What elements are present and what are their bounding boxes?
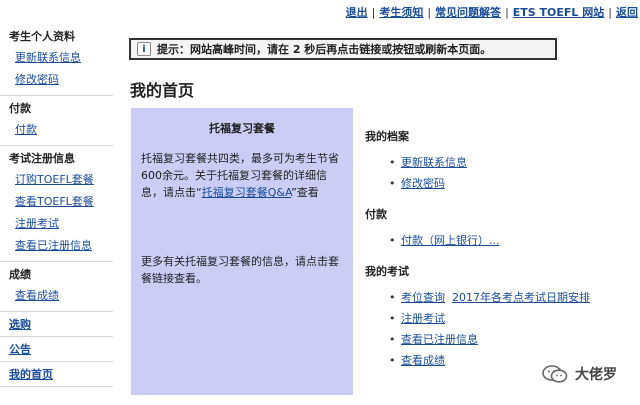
section-my-exams: 我的考试 考位查询 2017年各考点考试日期安排 注册考试 查看已注册信息 查看成… bbox=[365, 263, 635, 371]
nav-separator: | bbox=[505, 5, 509, 19]
list-item: 考位查询 2017年各考点考试日期安排 bbox=[389, 287, 635, 308]
sidebar-item-view-package[interactable]: 查看TOEFL套餐 bbox=[9, 191, 113, 213]
sidebar-item-view-scores[interactable]: 查看成绩 bbox=[9, 285, 113, 307]
exam-schedule-2017-link[interactable]: 2017年各考点考试日期安排 bbox=[452, 291, 590, 304]
nav-separator: | bbox=[427, 5, 432, 19]
list-item: 修改密码 bbox=[389, 173, 635, 194]
exams-view-scores-link[interactable]: 查看成绩 bbox=[401, 354, 445, 367]
sidebar-heading-payment: 付款 bbox=[9, 102, 31, 115]
heading-payment: 付款 bbox=[365, 208, 387, 221]
sidebar-item-order-package[interactable]: 订购TOEFL套餐 bbox=[9, 169, 113, 191]
online-bank-payment-link[interactable]: 付款（网上银行）... bbox=[401, 234, 500, 247]
panel-paragraph-more: 更多有关托福复习套餐的信息，请点击套餐链接查看。 bbox=[141, 255, 339, 285]
top-nav: 退出 | 考生须知 | 常见问题解答 | ETS TOEFL 网站 | 返回 bbox=[346, 4, 638, 20]
sidebar-heading-registration: 考试注册信息 bbox=[9, 152, 75, 165]
sidebar-section-registration: 考试注册信息 订购TOEFL套餐 查看TOEFL套餐 注册考试 查看已注册信息 bbox=[0, 146, 113, 262]
sidebar-section-payment: 付款 付款 bbox=[0, 96, 113, 146]
list-item: 查看已注册信息 bbox=[389, 329, 635, 350]
info-icon: i bbox=[137, 42, 151, 56]
sidebar-item-home[interactable]: 我的首页 bbox=[9, 368, 53, 381]
archive-update-contact-link[interactable]: 更新联系信息 bbox=[401, 156, 467, 169]
heading-my-exams: 我的考试 bbox=[365, 265, 409, 278]
section-my-archive: 我的档案 更新联系信息 修改密码 bbox=[365, 128, 635, 194]
sidebar-section-shop: 选购 bbox=[0, 312, 113, 337]
sidebar: 考生个人资料 更新联系信息 修改密码 付款 付款 考试注册信息 订购TOEFL套… bbox=[0, 24, 113, 387]
back-link[interactable]: 返回 bbox=[616, 4, 638, 20]
sidebar-item-pay[interactable]: 付款 bbox=[9, 119, 113, 141]
sidebar-heading-scores: 成绩 bbox=[9, 268, 31, 281]
archive-change-password-link[interactable]: 修改密码 bbox=[401, 177, 445, 190]
exams-register-link[interactable]: 注册考试 bbox=[401, 312, 445, 325]
sidebar-item-update-contact[interactable]: 更新联系信息 bbox=[9, 47, 113, 69]
notice-bar: i 提示：网站高峰时间，请在 2 秒后再点击链接或按钮或刷新本页面。 bbox=[129, 38, 557, 60]
faq-link[interactable]: 常见问题解答 bbox=[435, 4, 501, 20]
sidebar-section-scores: 成绩 查看成绩 bbox=[0, 262, 113, 312]
notice-text: 提示：网站高峰时间，请在 2 秒后再点击链接或按钮或刷新本页面。 bbox=[157, 43, 492, 56]
nav-separator: | bbox=[371, 5, 376, 19]
logout-link[interactable]: 退出 bbox=[346, 4, 368, 20]
sidebar-item-register-exam[interactable]: 注册考试 bbox=[9, 213, 113, 235]
panel-paragraph: 托福复习套餐共四类，最多可为考生节省600余元。关于托福复习套餐的详细信息，请点… bbox=[141, 150, 343, 201]
watermark: 大佬罗 bbox=[541, 364, 617, 384]
candidate-notice-link[interactable]: 考生须知 bbox=[379, 4, 423, 20]
list-item: 更新联系信息 bbox=[389, 152, 635, 173]
panel-title: 托福复习套餐 bbox=[209, 122, 275, 135]
heading-my-archive: 我的档案 bbox=[365, 130, 409, 143]
nav-separator: | bbox=[608, 5, 612, 19]
section-payment: 付款 付款（网上银行）... bbox=[365, 206, 635, 251]
wechat-icon bbox=[542, 365, 568, 383]
sidebar-item-view-registered[interactable]: 查看已注册信息 bbox=[9, 235, 113, 257]
sidebar-item-shop[interactable]: 选购 bbox=[9, 318, 31, 331]
ets-toefl-site-link[interactable]: ETS TOEFL 网站 bbox=[513, 4, 605, 20]
list-item: 注册考试 bbox=[389, 308, 635, 329]
sidebar-heading-profile: 考生个人资料 bbox=[9, 30, 75, 43]
exams-view-registered-link[interactable]: 查看已注册信息 bbox=[401, 333, 478, 346]
panel-text-tail: ”查看 bbox=[291, 186, 319, 199]
page-title: 我的首页 bbox=[130, 81, 195, 100]
sidebar-section-profile: 考生个人资料 更新联系信息 修改密码 bbox=[0, 24, 113, 96]
sidebar-section-notice: 公告 bbox=[0, 337, 113, 362]
sidebar-item-notice[interactable]: 公告 bbox=[9, 343, 31, 356]
package-qa-link[interactable]: 托福复习套餐Q&A bbox=[202, 186, 291, 199]
watermark-text: 大佬罗 bbox=[575, 367, 617, 383]
right-column: 我的档案 更新联系信息 修改密码 付款 付款（网上银行）... 我的考试 考位查… bbox=[365, 128, 635, 383]
sidebar-section-home: 我的首页 bbox=[0, 362, 113, 387]
sidebar-item-change-password[interactable]: 修改密码 bbox=[9, 69, 113, 91]
seat-search-link[interactable]: 考位查询 bbox=[401, 291, 445, 304]
package-panel: 托福复习套餐 托福复习套餐共四类，最多可为考生节省600余元。关于托福复习套餐的… bbox=[131, 108, 353, 395]
list-item: 付款（网上银行）... bbox=[389, 230, 635, 251]
